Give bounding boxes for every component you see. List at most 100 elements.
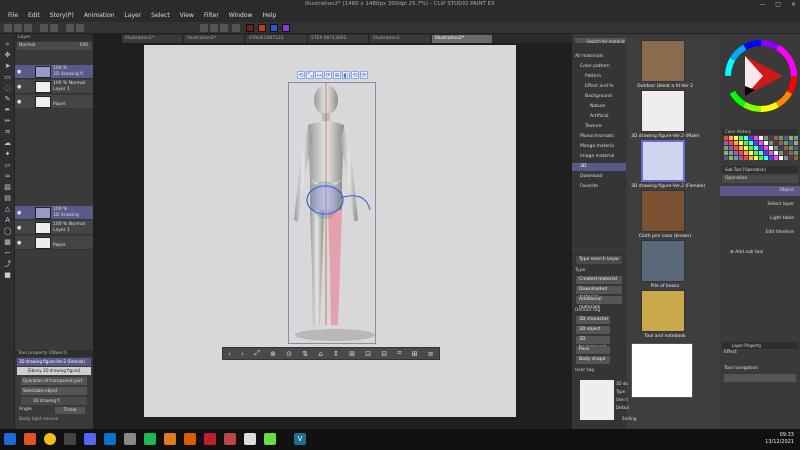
- color-history-chip[interactable]: [759, 136, 763, 140]
- eye-icon[interactable]: ●: [17, 99, 23, 105]
- menu-window[interactable]: Window: [229, 12, 253, 19]
- figure-manipulator-icon[interactable]: ⟲: [351, 71, 359, 79]
- app-green-icon[interactable]: [264, 433, 276, 445]
- layer-row[interactable]: ● Paper: [15, 236, 93, 250]
- figure-manipulator-icon[interactable]: ◐: [342, 71, 350, 79]
- subtool-item[interactable]: Light table: [720, 214, 800, 224]
- type-tag[interactable]: Downloaded material: [576, 286, 622, 300]
- tab-3[interactable]: STAGE1187122: [246, 35, 306, 43]
- menu-view[interactable]: View: [180, 12, 194, 19]
- material-tree-item[interactable]: Nature: [572, 103, 626, 111]
- figure-toolbar-icon[interactable]: ⊙: [286, 350, 292, 358]
- eraser-tool-icon[interactable]: ▱: [3, 161, 12, 170]
- color-wheel[interactable]: [725, 40, 797, 112]
- color-history-chip[interactable]: [744, 146, 748, 150]
- color-history-chip[interactable]: [764, 146, 768, 150]
- color-history-chip[interactable]: [749, 141, 753, 145]
- maximize-button[interactable]: □: [775, 0, 781, 9]
- color-history-chip[interactable]: [729, 141, 733, 145]
- figure-toolbar-icon[interactable]: ⌗: [398, 349, 402, 358]
- color-history-chip[interactable]: [744, 156, 748, 160]
- type-tag[interactable]: Created material: [576, 276, 622, 284]
- color-history-chip[interactable]: [724, 146, 728, 150]
- color-history-chip[interactable]: [774, 136, 778, 140]
- subtool-item[interactable]: Edit timeline: [720, 228, 800, 238]
- default-tag[interactable]: Pose: [576, 346, 610, 354]
- color-history-grid[interactable]: [720, 128, 800, 162]
- color-history-chip[interactable]: [769, 136, 773, 140]
- tab-6[interactable]: Illustration2*: [432, 35, 492, 43]
- blend-mode-select[interactable]: Normal 100: [17, 42, 91, 50]
- ruler-tool-icon[interactable]: ⌐: [3, 249, 12, 258]
- color-history-chip[interactable]: [764, 151, 768, 155]
- color-history-chip[interactable]: [784, 146, 788, 150]
- layer-row[interactable]: ● 100 % Normal Layer 1: [15, 80, 93, 94]
- ruler-icon[interactable]: [210, 24, 218, 32]
- material-tree-item[interactable]: All materials: [572, 53, 626, 61]
- color-swatch-1[interactable]: [246, 24, 254, 32]
- material-tree-item[interactable]: Pattern: [572, 73, 626, 81]
- material-item[interactable]: 3D drawing figure-Ver.2 (Male): [631, 90, 700, 139]
- frame-tool-icon[interactable]: ▦: [3, 238, 12, 247]
- eye-icon[interactable]: ●: [17, 84, 23, 90]
- color-history-chip[interactable]: [739, 146, 743, 150]
- figure-manipulator-icon[interactable]: ⟳: [324, 71, 332, 79]
- color-swatch-3[interactable]: [270, 24, 278, 32]
- material-item[interactable]: Tool and notebook: [631, 290, 689, 339]
- eye-icon[interactable]: ●: [17, 69, 23, 75]
- color-history-chip[interactable]: [749, 146, 753, 150]
- zoom-tool-icon[interactable]: ⌕: [3, 40, 12, 49]
- color-history-chip[interactable]: [754, 156, 758, 160]
- new-icon[interactable]: [4, 24, 12, 32]
- selectable-object-select[interactable]: Selectable object: [21, 387, 87, 395]
- color-history-chip[interactable]: [759, 151, 763, 155]
- select-tool-icon[interactable]: ▭: [3, 73, 12, 82]
- figure-toolbar-icon[interactable]: ↕: [333, 350, 339, 358]
- redo-icon[interactable]: [50, 24, 58, 32]
- gradient-tool-icon[interactable]: ▤: [3, 194, 12, 203]
- color-history-chip[interactable]: [754, 136, 758, 140]
- media-icon[interactable]: [64, 433, 76, 445]
- color-history-chip[interactable]: [739, 136, 743, 140]
- figure-manipulator-icon[interactable]: ⟲: [297, 71, 305, 79]
- close-button[interactable]: ✕: [791, 0, 796, 9]
- sort-label[interactable]: Sorting: [622, 416, 636, 421]
- type-tag[interactable]: Additional materials: [576, 296, 622, 310]
- default-tag[interactable]: Body shape: [576, 356, 610, 364]
- menu-story[interactable]: Story(P): [50, 12, 74, 19]
- color-history-chip[interactable]: [779, 156, 783, 160]
- figure-manipulator-icon[interactable]: ↔: [315, 71, 323, 79]
- color-history-chip[interactable]: [739, 151, 743, 155]
- app-red-icon[interactable]: [204, 433, 216, 445]
- menu-file[interactable]: File: [8, 12, 18, 19]
- figure-toolbar-icon[interactable]: ›: [241, 350, 244, 358]
- menu-animation[interactable]: Animation: [84, 12, 115, 19]
- text-tool-icon[interactable]: A: [3, 216, 12, 225]
- color-history-chip[interactable]: [744, 136, 748, 140]
- brush-tool-icon[interactable]: ♒: [3, 128, 12, 137]
- color-history-chip[interactable]: [779, 151, 783, 155]
- default-tag[interactable]: 3D background: [576, 336, 610, 350]
- menu-layer[interactable]: Layer: [124, 12, 141, 19]
- color-history-chip[interactable]: [789, 156, 793, 160]
- color-history-chip[interactable]: [759, 141, 763, 145]
- tab-5[interactable]: Illustration1: [370, 35, 430, 43]
- camera-icon[interactable]: [124, 433, 136, 445]
- tool-navigation-field[interactable]: [724, 374, 796, 382]
- undo-icon[interactable]: [40, 24, 48, 32]
- tab-1[interactable]: Illustration1*: [122, 35, 182, 43]
- color-history-chip[interactable]: [764, 156, 768, 160]
- figure-tool-icon[interactable]: △: [3, 205, 12, 214]
- tab-4[interactable]: STEP 08713022: [308, 35, 368, 43]
- color-history-chip[interactable]: [764, 136, 768, 140]
- color-history-chip[interactable]: [774, 146, 778, 150]
- ebony-figure-button[interactable]: [Ebony 3D drawing figure]: [17, 367, 91, 375]
- color-history-chip[interactable]: [764, 141, 768, 145]
- color-history-chip[interactable]: [769, 151, 773, 155]
- color-history-chip[interactable]: [739, 156, 743, 160]
- color-history-chip[interactable]: [774, 156, 778, 160]
- figure-manipulator-icon[interactable]: ⟳: [360, 71, 368, 79]
- tag-search-input[interactable]: Type search keyw: [576, 256, 622, 264]
- material-tree-item[interactable]: 3D: [572, 163, 626, 171]
- decoration-tool-icon[interactable]: ✦: [3, 150, 12, 159]
